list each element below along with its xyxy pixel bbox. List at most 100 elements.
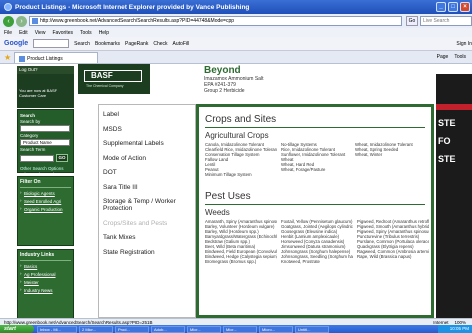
autofill-button[interactable]: AutoFill — [173, 41, 190, 47]
menu-sara-title-iii[interactable]: Sara Title III — [103, 184, 191, 191]
weeds-column: Pigweed, Redroot (Amaranthus retroflexus… — [357, 219, 429, 264]
industry-title: Industry Links — [20, 252, 71, 261]
filter-panel: Filter On Biologic Agents Seed Enrolled … — [17, 176, 74, 246]
ad-text: FO — [438, 136, 451, 146]
pagerank-button[interactable]: PageRank — [125, 41, 148, 47]
menu-crops-sites-pests[interactable]: Crops/Sites and Pests — [103, 220, 191, 227]
menu-edit[interactable]: Edit — [19, 30, 28, 36]
weeds-list: Amaranth, Spiny (Amaranthus spinosus) Bar… — [205, 219, 429, 264]
product-name: Beyond — [204, 65, 241, 76]
category-label: Category — [20, 133, 39, 138]
menu-help[interactable]: Help — [99, 30, 109, 36]
maximize-button[interactable]: □ — [448, 2, 458, 12]
search-go-button[interactable]: GO — [56, 154, 68, 162]
search-panel: Search Search by Category Product Name S… — [17, 109, 74, 177]
menu-tools[interactable]: Tools — [80, 30, 92, 36]
live-search-input[interactable]: Live Search — [420, 16, 472, 26]
industry-links-panel: Industry Links Basics Ag Professional Me… — [17, 249, 74, 318]
weeds-column: Foxtail, Yellow (Pennisetum glaucum) Goat… — [281, 219, 353, 264]
menu-view[interactable]: View — [35, 30, 46, 36]
start-button[interactable]: start — [0, 325, 34, 333]
taskbar-item[interactable]: Micr... — [187, 325, 221, 333]
filter-title: Filter On — [20, 179, 71, 188]
taskbar-item[interactable]: 2 Micr... — [79, 325, 113, 333]
tab-bar: ★ Product Listings Page Tools — [0, 51, 472, 64]
google-toolbar: Google Search Bookmarks PageRank Check A… — [0, 37, 472, 51]
address-bar: ‹ › http://www.greenbook.net/AdvancedSea… — [0, 14, 472, 28]
weed-item: Rape, Wild (Brassica napus) — [357, 254, 412, 259]
internet-zone: Internet — [433, 319, 449, 325]
minimize-button[interactable]: _ — [436, 2, 446, 12]
taskbar-item[interactable]: Micro... — [259, 325, 293, 333]
menu-mode-of-action[interactable]: Mode of Action — [103, 155, 191, 162]
product-group: Group 2 Herbicide — [204, 88, 245, 94]
filter-item[interactable]: Seed Enrolled Agri — [20, 198, 71, 204]
left-sidebar: Log Out? You are now at BASF Customer Ca… — [17, 64, 74, 318]
crop-item: Wheat, Forage/Pasture — [281, 167, 326, 172]
page-icon — [32, 18, 38, 24]
crops-sites-panel: Crops and Sites Agricultural Crops Canol… — [196, 104, 434, 318]
logout-link[interactable]: Log Out? — [17, 66, 74, 74]
menu-storage-worker-protection[interactable]: Storage & Temp / Worker Protection — [103, 198, 191, 212]
menu-msds[interactable]: MSDS — [103, 126, 191, 133]
filter-item[interactable]: Biologic Agents — [20, 190, 71, 196]
zoom-level[interactable]: 100% — [454, 320, 466, 325]
page-icon — [19, 55, 26, 62]
ad-text: STE — [438, 154, 456, 164]
weeds-column: Amaranth, Spiny (Amaranthus spinosus) Bar… — [205, 219, 277, 264]
search-term-input[interactable] — [20, 154, 54, 162]
window-titlebar: Product Listings - Microsoft Internet Ex… — [0, 0, 472, 14]
industry-link[interactable]: Meister — [20, 279, 71, 285]
sign-in-button[interactable]: Sign In — [456, 41, 472, 47]
menu-supplemental-labels[interactable]: Supplemental Labels — [103, 140, 191, 147]
back-icon[interactable]: ‹ — [3, 15, 14, 27]
basf-logo-block: BASF The Chemical Company — [78, 64, 150, 94]
taskbar-item[interactable]: Micr... — [223, 325, 257, 333]
forward-icon[interactable]: › — [16, 15, 27, 27]
tools-menu-button[interactable]: Tools — [454, 54, 466, 60]
other-search-options: Other Search Options — [20, 166, 64, 171]
side-advertisement[interactable]: STE FO STE — [436, 74, 472, 318]
crops-sites-heading: Crops and Sites — [205, 114, 277, 125]
search-by-label: Search by — [20, 119, 41, 124]
taskbar-item[interactable]: Untitl... — [295, 325, 329, 333]
taskbar-item[interactable]: Inbox - Mi... — [37, 325, 77, 333]
basf-tagline: The Chemical Company — [86, 84, 124, 88]
check-button[interactable]: Check — [153, 41, 167, 47]
page-menu-button[interactable]: Page — [437, 54, 449, 60]
url-text: http://www.greenbook.net/AdvancedSearch/… — [40, 18, 235, 24]
menu-tank-mixes[interactable]: Tank Mixes — [103, 234, 191, 241]
industry-link[interactable]: Industry News — [20, 287, 71, 293]
menu-label[interactable]: Label — [103, 111, 191, 118]
tab-product-listings[interactable]: Product Listings — [14, 51, 99, 63]
close-button[interactable]: × — [460, 2, 470, 12]
taskbar-item[interactable]: Prod... — [115, 325, 149, 333]
crops-column: Wheat, Imidazolinone Tolerant Wheat, Spri… — [355, 142, 425, 177]
taskbar-item[interactable]: Adob... — [151, 325, 185, 333]
status-url: http://www.greenbook.net/AdvancedSearch/… — [4, 319, 153, 325]
industry-link[interactable]: Basics — [20, 263, 71, 269]
go-button[interactable]: Go — [406, 16, 418, 26]
url-field[interactable]: http://www.greenbook.net/AdvancedSearch/… — [29, 16, 402, 26]
search-by-select[interactable] — [20, 125, 70, 132]
basf-logo: BASF — [84, 70, 142, 82]
industry-link[interactable]: Ag Professional — [20, 271, 71, 277]
filter-item[interactable]: Organic Production — [20, 206, 71, 212]
menu-bar: File Edit View Favorites Tools Help — [0, 28, 472, 37]
product-header: Beyond Imazamox Ammonium Salt EPA #241-3… — [204, 65, 364, 95]
menu-state-registration[interactable]: State Registration — [103, 249, 191, 256]
menu-file[interactable]: File — [4, 30, 12, 36]
ad-text: STE — [438, 118, 456, 128]
crop-item: Minimum Tillage System — [205, 172, 252, 177]
category-select[interactable]: Product Name — [20, 139, 70, 146]
menu-favorites[interactable]: Favorites — [52, 30, 73, 36]
google-search-button[interactable]: Search — [74, 41, 90, 47]
weed-item: Knotweed, Prostrate — [281, 259, 320, 264]
basf-customer-note: You are now at BASF Customer Care — [17, 74, 74, 108]
menu-dot[interactable]: DOT — [103, 169, 191, 176]
bookmarks-button[interactable]: Bookmarks — [95, 41, 120, 47]
google-search-input[interactable] — [33, 39, 70, 48]
favorites-star-icon[interactable]: ★ — [4, 53, 11, 62]
tab-label: Product Listings — [27, 55, 63, 62]
crop-item: Wheat, Winter — [355, 152, 383, 157]
